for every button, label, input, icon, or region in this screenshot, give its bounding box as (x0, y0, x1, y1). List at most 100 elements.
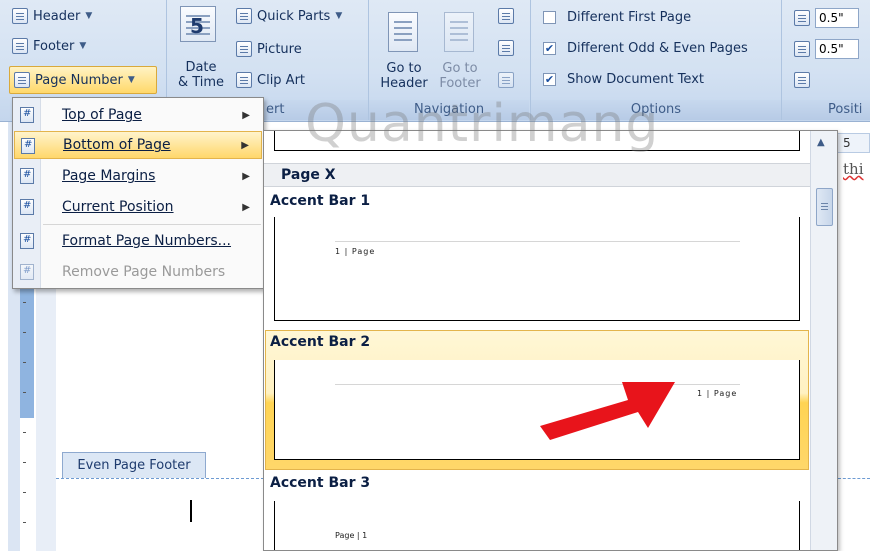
quick-parts-icon (236, 8, 252, 24)
gallery-item-accent-bar-1[interactable]: 1 | Page (274, 217, 800, 321)
different-odd-even-checkbox[interactable]: ✔ (543, 42, 556, 55)
bottom-of-page-icon (21, 138, 35, 154)
footer-boundary-line (838, 478, 870, 479)
footer-icon (12, 38, 28, 54)
next-section-icon[interactable] (498, 40, 514, 56)
gallery-item-accent-bar-3[interactable]: Page | 1 (274, 501, 800, 550)
navigation-group-label: Navigation (369, 100, 529, 120)
menu-item-format-page-numbers[interactable]: Format Page Numbers... (14, 227, 262, 255)
picture-label: Picture (257, 41, 302, 57)
go-to-footer-button[interactable]: Go to Footer (432, 61, 488, 91)
different-odd-even-option[interactable]: ✔ Different Odd & Even Pages (543, 41, 748, 56)
ruler-tick (23, 302, 26, 303)
gallery-item-title: Accent Bar 2 (270, 334, 371, 350)
preview-page-number: 1 | Page (335, 247, 376, 256)
ruler-tick (23, 362, 26, 363)
ruler-tick (23, 462, 26, 463)
annotation-arrow-shape (540, 382, 675, 440)
gallery-content: Page X Accent Bar 1 1 | Page Accent Bar … (264, 131, 810, 550)
menu-item-remove-page-numbers[interactable]: Remove Page Numbers (14, 258, 262, 286)
previous-section-icon[interactable] (498, 8, 514, 24)
date-time-button[interactable]: Date & Time (176, 60, 226, 90)
scrollbar-thumb[interactable] (816, 188, 833, 226)
header-button[interactable]: Header ▼ (12, 8, 92, 24)
menu-item-bottom-of-page[interactable]: Bottom of Page ▶ (14, 131, 262, 159)
different-first-page-option[interactable]: Different First Page (543, 10, 691, 25)
date-time-label-line1: Date (185, 60, 217, 75)
different-first-page-checkbox[interactable] (543, 11, 556, 24)
submenu-arrow-icon: ▶ (241, 139, 249, 151)
go-to-footer-label-line1: Go to (442, 61, 478, 76)
go-to-header-label-line1: Go to (386, 61, 422, 76)
preview-page-number: Page | 1 (335, 531, 368, 540)
menu-item-label: Page Margins (62, 168, 156, 184)
menu-item-label: Remove Page Numbers (62, 264, 226, 280)
current-position-icon (20, 199, 34, 215)
show-document-text-checkbox[interactable]: ✔ (543, 73, 556, 86)
go-to-footer-icon[interactable] (444, 12, 474, 52)
date-icon-number: 5 (190, 14, 204, 38)
insert-alignment-tab-icon[interactable] (794, 72, 810, 88)
bottom-of-page-gallery: Page X Accent Bar 1 1 | Page Accent Bar … (263, 130, 838, 551)
go-to-footer-label-line2: Footer (439, 76, 481, 91)
date-time-label-line2: & Time (177, 75, 225, 90)
footer-position-input[interactable]: 0.5" (815, 39, 859, 59)
insert-group-label: ert (264, 100, 368, 120)
format-page-numbers-icon (20, 233, 34, 249)
menu-item-top-of-page[interactable]: Top of Page ▶ (14, 101, 262, 129)
gallery-scrollbar[interactable]: ▲ (810, 131, 837, 550)
picture-icon (236, 41, 252, 57)
menu-item-label: Bottom of Page (63, 137, 171, 153)
chevron-down-icon: ▼ (127, 75, 135, 85)
gallery-item-title: Accent Bar 1 (270, 193, 371, 209)
go-to-header-icon[interactable] (388, 12, 418, 52)
header-position-input[interactable]: 0.5" (815, 8, 859, 28)
quick-parts-button[interactable]: Quick Parts ▼ (236, 8, 342, 24)
footer-boundary-line (56, 478, 264, 479)
clip-art-icon (236, 72, 252, 88)
ruler-tick (23, 392, 26, 393)
submenu-arrow-icon: ▶ (242, 201, 250, 213)
page-number-menu: Top of Page ▶ Bottom of Page ▶ Page Marg… (12, 97, 264, 289)
remove-page-numbers-icon (20, 264, 34, 280)
clip-art-button[interactable]: Clip Art (236, 72, 305, 88)
even-page-footer-tab: Even Page Footer (62, 452, 206, 478)
gallery-item-preview[interactable] (274, 131, 800, 151)
ruler-tick (23, 432, 26, 433)
go-to-header-button[interactable]: Go to Header (376, 61, 432, 91)
gallery-item-title: Accent Bar 3 (270, 475, 371, 491)
header-position-control[interactable]: 0.5" (794, 8, 859, 28)
header-icon (12, 8, 28, 24)
link-to-previous-icon[interactable] (498, 72, 514, 88)
page-number-button[interactable]: Page Number ▼ (14, 72, 135, 88)
footer-button[interactable]: Footer ▼ (12, 38, 86, 54)
chevron-down-icon: ▼ (79, 41, 87, 51)
picture-button[interactable]: Picture (236, 41, 302, 57)
page-number-button-label: Page Number (35, 72, 123, 88)
show-document-text-option[interactable]: ✔ Show Document Text (543, 72, 704, 87)
go-to-header-label-line2: Header (380, 76, 428, 91)
different-first-page-label: Different First Page (567, 10, 692, 25)
clip-art-label: Clip Art (257, 72, 306, 88)
footer-position-control[interactable]: 0.5" (794, 39, 859, 59)
menu-item-label: Format Page Numbers... (62, 233, 232, 249)
text-cursor (190, 500, 192, 522)
ruler-tick (23, 332, 26, 333)
show-document-text-label: Show Document Text (567, 72, 704, 87)
submenu-arrow-icon: ▶ (242, 109, 250, 121)
scroll-up-arrow-icon[interactable]: ▲ (817, 137, 825, 148)
page-margins-icon (20, 168, 34, 184)
chevron-down-icon: ▼ (85, 11, 93, 21)
horizontal-ruler-fragment: 5 (836, 133, 870, 153)
menu-item-page-margins[interactable]: Page Margins ▶ (14, 162, 262, 190)
ruler-tick (23, 492, 26, 493)
menu-item-label: Top of Page (62, 107, 142, 123)
header-button-label: Header (33, 8, 81, 24)
menu-item-current-position[interactable]: Current Position ▶ (14, 193, 262, 221)
menu-item-label: Current Position (62, 199, 174, 215)
chevron-down-icon: ▼ (335, 11, 343, 21)
quick-parts-label: Quick Parts (257, 8, 331, 24)
vertical-ruler-margin (20, 285, 34, 418)
different-odd-even-label: Different Odd & Even Pages (567, 41, 748, 56)
preview-page-number: 1 | Page (697, 389, 738, 398)
